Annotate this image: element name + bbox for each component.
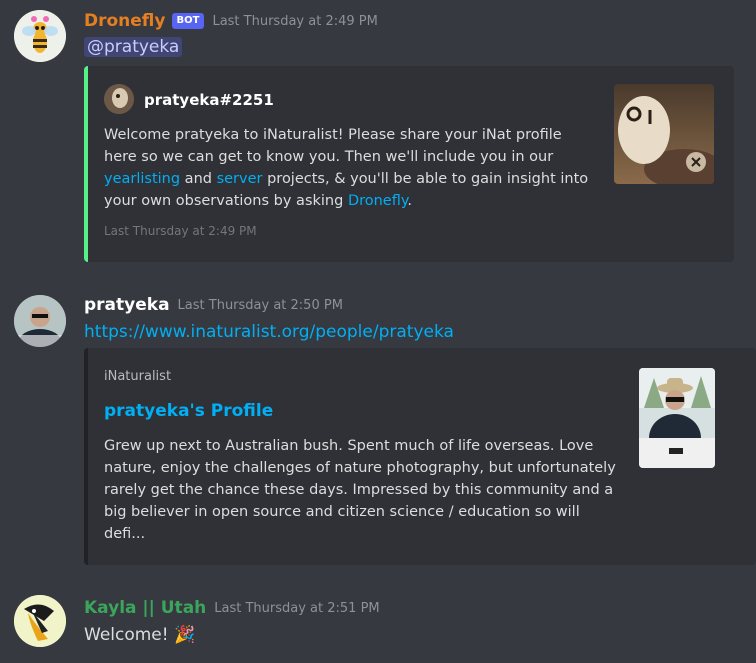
embed-line: here so we can get to know you. Then we'… <box>104 149 554 165</box>
embed-author-avatar <box>104 84 134 114</box>
embed-text-span: and <box>180 171 217 187</box>
message-pratyeka: pratyeka Last Thursday at 2:50 PM https:… <box>0 285 756 575</box>
embed-line: your own observations by asking Dronefly… <box>104 190 594 212</box>
embed-text-span: . <box>407 193 412 209</box>
embed-title-link[interactable]: pratyeka's Profile <box>104 400 273 422</box>
author-name[interactable]: pratyeka <box>84 295 170 315</box>
timestamp: Last Thursday at 2:50 PM <box>177 297 343 313</box>
embed-thumbnail[interactable] <box>639 368 715 468</box>
kayla-avatar[interactable] <box>14 595 66 647</box>
welcome-embed: pratyeka#2251 Welcome pratyeka to iNatur… <box>84 66 734 262</box>
pratyeka-avatar[interactable] <box>14 295 66 347</box>
party-popper-icon: 🎉 <box>173 625 196 645</box>
embed-text-span: your own observations by asking <box>104 193 348 209</box>
embed-author-name[interactable]: pratyeka#2251 <box>144 89 274 111</box>
dronefly-link[interactable]: Dronefly <box>348 193 407 209</box>
profile-embed: iNaturalist pratyeka's Profile Grew up n… <box>84 348 756 565</box>
embed-footer-timestamp: Last Thursday at 2:49 PM <box>104 224 257 238</box>
dronefly-avatar[interactable] <box>14 10 66 62</box>
embed-description: Grew up next to Australian bush. Spent m… <box>104 435 624 545</box>
embed-line: nature, enjoy the challenges of nature p… <box>104 460 616 476</box>
embed-thumbnail[interactable] <box>614 84 714 184</box>
message-text: Welcome! <box>84 625 174 645</box>
embed-description: Welcome pratyeka to iNaturalist! Please … <box>104 124 594 212</box>
author-name[interactable]: Kayla || Utah <box>84 598 206 618</box>
embed-line: big believer in open source and citizen … <box>104 504 580 520</box>
message-kayla: Kayla || Utah Last Thursday at 2:51 PM W… <box>0 585 756 663</box>
embed-provider[interactable]: iNaturalist <box>104 369 171 384</box>
yearlisting-link[interactable]: yearlisting <box>104 171 180 187</box>
message-dronefly: Dronefly BOT Last Thursday at 2:49 PM @p… <box>0 0 756 270</box>
embed-line: rarely get the chance these days. Impres… <box>104 482 614 498</box>
timestamp: Last Thursday at 2:51 PM <box>214 600 380 616</box>
server-link[interactable]: server <box>217 171 263 187</box>
author-name[interactable]: Dronefly <box>84 11 166 31</box>
embed-line: yearlisting and server projects, & you'l… <box>104 168 594 190</box>
user-mention[interactable]: @pratyeka <box>84 37 183 57</box>
embed-text-span: projects, & you'll be able to gain insig… <box>262 171 589 187</box>
embed-line: Welcome pratyeka to iNaturalist! Please … <box>104 127 562 143</box>
bot-badge: BOT <box>171 13 205 29</box>
embed-line: Grew up next to Australian bush. Spent m… <box>104 438 594 454</box>
embed-line: defi... <box>104 526 146 542</box>
profile-url-link[interactable]: https://www.inaturalist.org/people/praty… <box>84 322 454 342</box>
timestamp: Last Thursday at 2:49 PM <box>212 13 378 29</box>
